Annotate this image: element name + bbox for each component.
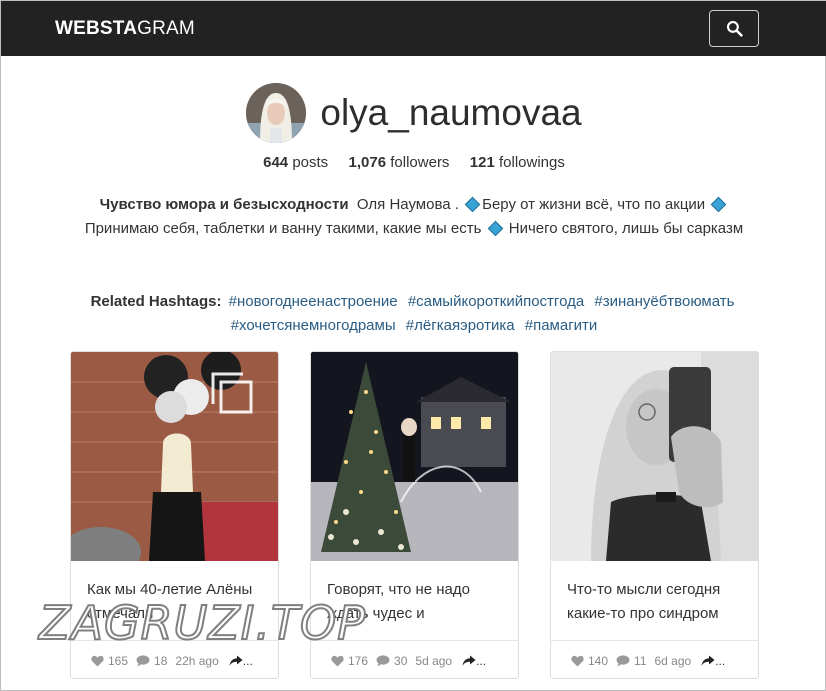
likes-value: 140 xyxy=(588,653,609,668)
hashtag-link[interactable]: #самыйкороткийпостгода xyxy=(408,293,584,310)
share-button[interactable]: ... xyxy=(229,654,253,668)
time-value: 22h ago xyxy=(175,653,219,668)
post-photo[interactable] xyxy=(551,352,758,561)
followers-count: 1,076 xyxy=(348,154,387,171)
top-navbar: WEBSTAGRAM xyxy=(1,1,826,56)
likes-count: 165 xyxy=(91,654,128,668)
search-icon xyxy=(726,20,743,37)
share-icon xyxy=(462,655,476,666)
comments-value: 30 xyxy=(394,653,408,668)
post-time: 6d ago xyxy=(655,654,692,668)
heart-icon xyxy=(571,655,584,666)
watermark-text: ZAGRUZI.TOP xyxy=(38,595,367,651)
profile-header: olya_naumovaa xyxy=(1,81,826,145)
hashtag-link[interactable]: #зинануёбтвоюмать xyxy=(594,293,734,310)
more-text: ... xyxy=(715,653,726,668)
bio-text-3: Принимаю себя, таблетки и ванну такими, … xyxy=(84,220,482,237)
comment-icon xyxy=(136,654,150,666)
likes-value: 176 xyxy=(348,653,369,668)
likes-value: 165 xyxy=(108,653,129,668)
bio-text-4: Ничего святого, лишь бы сарказм xyxy=(508,220,744,237)
comments-count: 30 xyxy=(376,654,407,668)
share-button[interactable]: ... xyxy=(462,654,486,668)
comments-count: 18 xyxy=(136,654,167,668)
avatar[interactable] xyxy=(246,83,307,143)
post-photo[interactable] xyxy=(71,352,278,561)
brand-bold: WEBSTA xyxy=(55,18,138,39)
brand-light: GRAM xyxy=(137,18,195,39)
bio-text-2: Беру от жизни всё, что по акции xyxy=(482,196,706,213)
likes-count: 140 xyxy=(571,654,608,668)
profile-bio: Чувство юмора и безысходности Оля Наумов… xyxy=(81,193,747,241)
post-time: 22h ago xyxy=(175,654,218,668)
bio-title: Чувство юмора и безысходности xyxy=(99,196,349,213)
bio-text-1: Оля Наумова . xyxy=(356,196,459,213)
related-hashtags: Related Hashtags: #новогоднеенастроение … xyxy=(61,290,767,338)
posts-count: 644 xyxy=(263,154,289,171)
share-button[interactable]: ... xyxy=(701,654,725,668)
post-photo[interactable] xyxy=(311,352,518,561)
profile-stats: 644 posts 1,076 followers 121 followings xyxy=(1,154,826,171)
followings-label: followings xyxy=(498,154,565,171)
comment-icon xyxy=(376,654,390,666)
hashtag-link[interactable]: #новогоднеенастроение xyxy=(229,293,398,310)
diamond-icon xyxy=(487,220,503,237)
brand-logo[interactable]: WEBSTAGRAM xyxy=(55,18,195,40)
post-time: 5d ago xyxy=(415,654,452,668)
time-value: 6d ago xyxy=(654,653,692,668)
search-button[interactable] xyxy=(709,10,759,47)
diamond-icon xyxy=(464,196,481,213)
comments-value: 18 xyxy=(154,653,168,668)
likes-count: 176 xyxy=(331,654,368,668)
share-icon xyxy=(229,655,243,666)
post-footer: 140 11 6d ago ... xyxy=(551,640,758,678)
hashtag-link[interactable]: #лёгкаяэротика xyxy=(406,317,515,334)
share-icon xyxy=(701,655,715,666)
post-caption: Что-то мысли сегодня какие-то про синдро… xyxy=(567,581,721,622)
diamond-icon xyxy=(711,196,727,213)
hashtag-link[interactable]: #хочетсянемногодрамы xyxy=(231,317,396,334)
comments-value: 11 xyxy=(634,653,647,668)
heart-icon xyxy=(91,655,104,666)
heart-icon xyxy=(331,655,344,666)
post-card[interactable]: Что-то мысли сегодня какие-то про синдро… xyxy=(550,351,759,679)
comments-count: 11 xyxy=(616,653,647,668)
posts-label: posts xyxy=(292,154,329,171)
comment-icon xyxy=(616,654,630,666)
more-text: ... xyxy=(242,653,253,668)
more-text: ... xyxy=(476,653,487,668)
followers-label: followers xyxy=(390,154,450,171)
hashtag-link[interactable]: #памагити xyxy=(525,317,598,334)
related-hashtags-label: Related Hashtags: xyxy=(90,293,222,310)
time-value: 5d ago xyxy=(415,653,453,668)
followings-count: 121 xyxy=(469,154,495,171)
profile-username: olya_naumovaa xyxy=(320,92,582,133)
